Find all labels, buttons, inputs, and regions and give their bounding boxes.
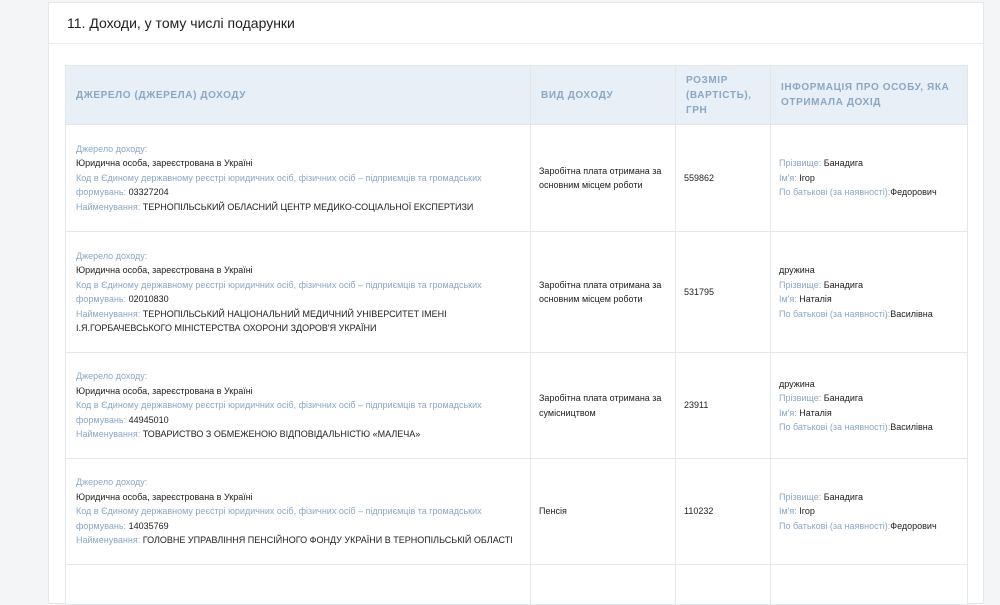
person-cell: дружина Прізвище: Банадига Ім'я: Наталія По… bbox=[770, 231, 968, 353]
header-person: Інформація про особу, яка отримала дохід bbox=[770, 65, 968, 125]
field-label: Ім'я: bbox=[779, 172, 797, 183]
income-type-cell: Заробітна плата отримана за основним міс… bbox=[530, 231, 676, 353]
patronymic-value: Василівна bbox=[890, 308, 933, 319]
field-label: По батькові (за наявності): bbox=[779, 308, 891, 319]
person-cell: Прізвище: Банадига Ім'я: Ігор По батькові … bbox=[770, 458, 968, 565]
code-value: 44945010 bbox=[128, 414, 169, 425]
field-label: Найменування: bbox=[76, 429, 141, 440]
income-section-card: 11. Доходи, у тому числі подарунки Джере… bbox=[48, 2, 984, 605]
surname-value: Банадига bbox=[823, 393, 863, 403]
patronymic-value: Федорович bbox=[890, 520, 937, 531]
field-label: Прізвище: bbox=[779, 158, 822, 169]
amount-cell: 110232 bbox=[675, 458, 771, 565]
relation-text: дружина bbox=[779, 378, 815, 389]
header-amount: Розмір (вартість), грн bbox=[675, 65, 771, 125]
entity-type: Юридична особа, зареєстрована в Україні bbox=[76, 265, 253, 275]
table-row bbox=[65, 564, 968, 605]
table-row: Джерело доходу: Юридична особа, зареєстро… bbox=[65, 352, 968, 459]
field-label: Ім'я: bbox=[779, 506, 797, 517]
field-label: Ім'я: bbox=[779, 407, 797, 418]
name-value: ГОЛОВНЕ УПРАВЛІННЯ ПЕНСІЙНОГО ФОНДУ УКРА… bbox=[142, 535, 513, 546]
firstname-value: Наталія bbox=[799, 407, 832, 418]
source-cell: Джерело доходу: Юридична особа, зареєстро… bbox=[65, 124, 531, 232]
source-cell: Джерело доходу: Юридична особа, зареєстро… bbox=[65, 352, 531, 459]
code-value: 14035769 bbox=[128, 520, 169, 531]
firstname-value: Ігор bbox=[799, 506, 815, 517]
field-label: Ім'я: bbox=[779, 294, 797, 304]
surname-value: Банадига bbox=[823, 158, 863, 169]
surname-value: Банадига bbox=[823, 279, 863, 290]
patronymic-value: Федорович bbox=[890, 187, 937, 198]
field-label: Найменування: bbox=[76, 535, 141, 546]
header-income-type: Вид доходу bbox=[530, 65, 676, 125]
amount-cell: 531795 bbox=[675, 231, 771, 353]
table-row: Джерело доходу: Юридична особа, зареєстро… bbox=[65, 231, 968, 353]
field-label: Найменування: bbox=[76, 201, 141, 212]
source-label: Джерело доходу: bbox=[76, 371, 148, 382]
code-value: 03327204 bbox=[128, 187, 169, 198]
code-value: 02010830 bbox=[128, 294, 169, 304]
income-type-cell: Заробітна плата отримана за основним міс… bbox=[530, 124, 676, 232]
entity-type: Юридична особа, зареєстрована в Україні bbox=[76, 491, 253, 502]
source-label: Джерело доходу: bbox=[76, 477, 148, 488]
field-label: По батькові (за наявності): bbox=[779, 520, 891, 531]
field-label: По батькові (за наявності): bbox=[779, 422, 891, 432]
amount-cell: 559862 bbox=[675, 124, 771, 232]
source-label: Джерело доходу: bbox=[76, 250, 148, 261]
field-label: Прізвище: bbox=[779, 279, 822, 290]
field-label: Найменування: bbox=[76, 308, 141, 319]
name-value: ТОВАРИСТВО З ОБМЕЖЕНОЮ ВІДПОВІДАЛЬНІСТЮ … bbox=[142, 429, 421, 440]
entity-type: Юридична особа, зареєстрована в Україні bbox=[76, 158, 253, 169]
person-cell: дружина Прізвище: Банадига Ім'я: Наталія По… bbox=[770, 352, 968, 459]
income-table: Джерело (джерела) доходу Вид доходу Розм… bbox=[65, 65, 968, 605]
header-source: Джерело (джерела) доходу bbox=[65, 65, 531, 125]
source-cell: Джерело доходу: Юридична особа, зареєстро… bbox=[65, 458, 531, 565]
income-type-cell: Пенсія bbox=[530, 458, 676, 565]
relation-text: дружина bbox=[779, 265, 815, 275]
firstname-value: Ігор bbox=[799, 172, 815, 183]
surname-value: Банадига bbox=[823, 491, 863, 502]
field-label: Прізвище: bbox=[779, 393, 822, 403]
name-value: ТЕРНОПІЛЬСЬКИЙ ОБЛАСНИЙ ЦЕНТР МЕДИКО-СОЦ… bbox=[142, 201, 474, 212]
field-label: Прізвище: bbox=[779, 491, 822, 502]
firstname-value: Наталія bbox=[799, 294, 832, 304]
table-row: Джерело доходу: Юридична особа, зареєстро… bbox=[65, 458, 968, 565]
source-label: Джерело доходу: bbox=[76, 143, 148, 154]
field-label: По батькові (за наявності): bbox=[779, 187, 891, 198]
section-title: 11. Доходи, у тому числі подарунки bbox=[49, 3, 983, 44]
person-cell: Прізвище: Банадига Ім'я: Ігор По батькові … bbox=[770, 124, 968, 232]
entity-type: Юридична особа, зареєстрована в Україні bbox=[76, 385, 253, 396]
income-table-wrapper: Джерело (джерела) доходу Вид доходу Розм… bbox=[65, 65, 968, 605]
table-row: Джерело доходу: Юридична особа, зареєстро… bbox=[65, 124, 968, 232]
source-cell: Джерело доходу: Юридична особа, зареєстро… bbox=[65, 231, 531, 353]
amount-cell: 23911 bbox=[675, 352, 771, 459]
table-header-row: Джерело (джерела) доходу Вид доходу Розм… bbox=[65, 65, 968, 125]
patronymic-value: Василівна bbox=[890, 422, 933, 432]
income-type-cell: Заробітна плата отримана за сумісництвом bbox=[530, 352, 676, 459]
